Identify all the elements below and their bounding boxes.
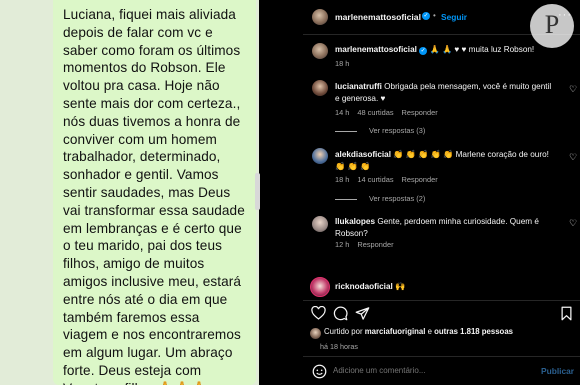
avatar[interactable] (310, 277, 330, 297)
avatar[interactable] (310, 328, 321, 339)
verified-badge-icon: ✓ (419, 47, 428, 55)
liked-by-conjunction: e (427, 327, 432, 336)
comment-text: ricknodaoficial 🙌 (335, 281, 557, 293)
caption-time: 18 h (335, 59, 350, 68)
reply-button[interactable]: Responder (402, 175, 438, 184)
likes-count-link[interactable]: outras 1.818 pessoas (434, 327, 513, 336)
liked-by-prefix: Curtido por (324, 327, 363, 336)
chat-screenshot: Luciana, fiquei mais aliviada depois de … (0, 0, 259, 385)
comment-text: alekdiasoficial 👏 👏 👏 👏 👏 Marlene coraçã… (335, 149, 557, 172)
caption-username[interactable]: marlenemattosoficial (335, 45, 417, 54)
watermark-logo: P (530, 4, 574, 48)
post-actions-bar (303, 304, 580, 326)
chat-message-text: Luciana, fiquei mais aliviada depois de … (63, 7, 245, 385)
publish-button[interactable]: Publicar (541, 366, 574, 376)
post-time-ago: há 18 horas (320, 342, 358, 351)
avatar[interactable] (312, 216, 328, 232)
avatar[interactable] (312, 43, 328, 59)
comment-input[interactable] (333, 366, 503, 375)
scrollbar-handle[interactable] (255, 173, 260, 210)
follow-button[interactable]: Seguir (441, 12, 467, 22)
comment-likes[interactable]: 14 curtidas (357, 175, 393, 184)
view-replies-button[interactable]: Ver respostas (2) (335, 194, 425, 203)
comment-text: lucianatruffi Obrigada pela mensagem, vo… (335, 81, 557, 104)
liked-by: Curtido por marciafuoriginal e outras 1.… (324, 327, 513, 336)
like-comment-icon[interactable]: ♡ (569, 84, 577, 95)
comment-username[interactable]: alekdiasoficial (335, 150, 391, 159)
reply-button[interactable]: Responder (402, 108, 438, 117)
comment-time: 14 h (335, 108, 350, 117)
comment-username[interactable]: lucianatruffi (335, 82, 382, 91)
comment-likes[interactable]: 48 curtidas (357, 108, 393, 117)
add-comment-bar: Publicar (303, 357, 580, 385)
separator-dot: • (433, 11, 436, 20)
comment-meta: 14 h 48 curtidas Responder (335, 108, 438, 117)
like-comment-icon[interactable]: ♡ (569, 218, 577, 229)
liked-by-user[interactable]: marciafuoriginal (365, 327, 426, 336)
avatar[interactable] (312, 9, 328, 25)
reply-button[interactable]: Responder (357, 240, 393, 249)
verified-badge-icon: ✓ (422, 12, 430, 20)
view-replies-label: Ver respostas (3) (369, 126, 426, 135)
comment-icon[interactable] (331, 304, 349, 322)
view-replies-button[interactable]: Ver respostas (3) (335, 126, 425, 135)
like-comment-icon[interactable]: ♡ (569, 152, 577, 163)
comment-username[interactable]: ricknodaoficial (335, 282, 393, 291)
post-author[interactable]: marlenemattosoficial (335, 12, 421, 22)
chat-bubble: Luciana, fiquei mais aliviada depois de … (53, 0, 256, 385)
actions-divider (303, 300, 580, 301)
caption-text: 🙏 🙏 ♥ ♥ muita luz Robson! (429, 45, 535, 54)
comment-text: llukalopes Gente, perdoem minha curiosid… (335, 216, 547, 239)
comment-meta: 18 h 14 curtidas Responder (335, 175, 438, 184)
share-send-icon[interactable] (353, 304, 371, 322)
comment-meta: 12 h Responder (335, 240, 394, 249)
avatar[interactable] (312, 148, 328, 164)
bookmark-icon[interactable] (557, 304, 575, 322)
comment-time: 18 h (335, 175, 350, 184)
like-heart-icon[interactable] (309, 304, 327, 322)
instagram-panel: marlenemattosoficial ✓ • Seguir ··· marl… (303, 0, 580, 385)
caption: marlenemattosoficial ✓ 🙏 🙏 ♥ ♥ muita luz… (335, 44, 570, 56)
comment-body: 🙌 (395, 282, 406, 291)
comment-time: 12 h (335, 240, 350, 249)
emoji-icon[interactable] (310, 362, 328, 380)
divider (259, 0, 303, 385)
avatar[interactable] (312, 80, 328, 96)
view-replies-label: Ver respostas (2) (369, 194, 426, 203)
comment-username[interactable]: llukalopes (335, 217, 375, 226)
